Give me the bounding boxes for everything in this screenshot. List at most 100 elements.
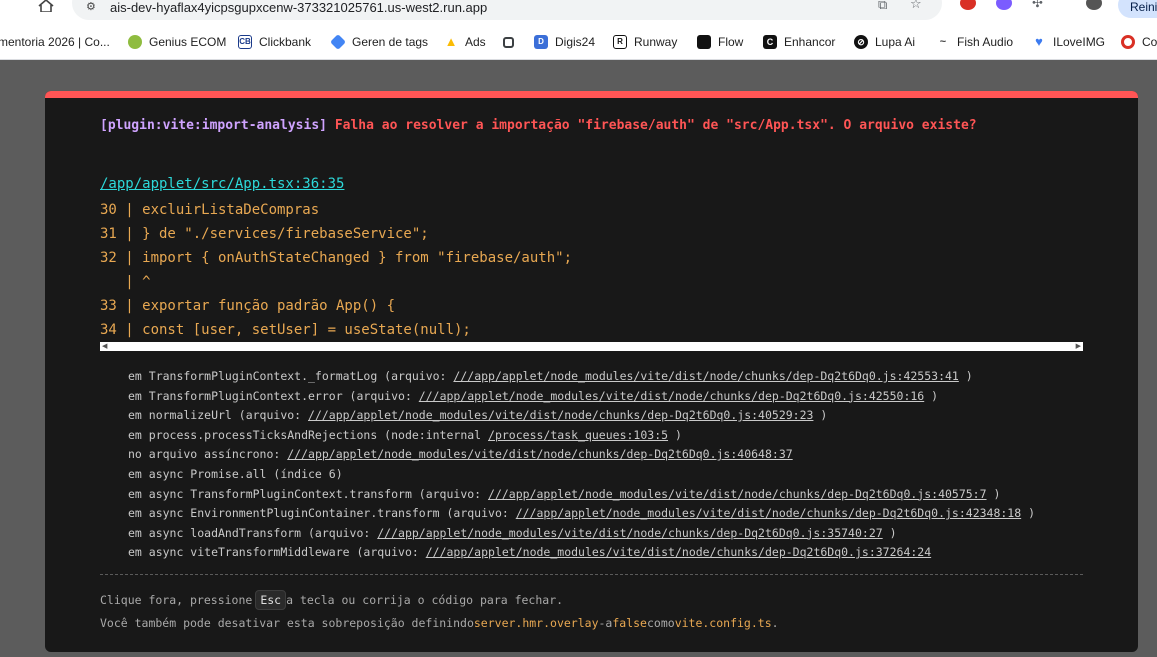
stack-link[interactable]: ///app/applet/node_modules/vite/dist/nod…	[308, 408, 813, 422]
disable-overlay-tip: Você também pode desativar esta sobrepos…	[100, 616, 779, 630]
extension-icon	[503, 36, 514, 48]
stack-text: em async EnvironmentPluginContainer.tran…	[128, 506, 516, 521]
stack-text: em async TransformPluginContext.transfor…	[128, 486, 489, 501]
digis-icon: D	[534, 35, 548, 49]
stack-link[interactable]: ///app/applet/node_modules/vite/dist/nod…	[287, 447, 792, 461]
code-line: 30 | excluirListaDeCompras	[100, 202, 320, 218]
stack-link[interactable]: ///app/applet/node_modules/vite/dist/nod…	[426, 545, 931, 559]
tip-text: Clique fora, pressione	[100, 593, 253, 607]
bookmark-unnamed[interactable]	[503, 33, 521, 51]
bookmark-label: ILoveIMG	[1053, 35, 1106, 49]
stack-text: em TransformPluginContext.error (arquivo…	[128, 388, 419, 403]
code-line: 33 | exportar função padrão App() {	[100, 298, 396, 314]
bookmark-fish-audio[interactable]: ~ Fish Audio	[936, 33, 1013, 51]
config-value: false	[612, 616, 647, 630]
bookmarks-bar: mentoria 2026 | Co... Genius ECOM CB Clic…	[0, 24, 1157, 60]
bookmark-iloveimg[interactable]: ♥ ILoveIMG	[1032, 33, 1105, 51]
code-line: 34 | const [user, setUser] = useState(nu…	[100, 322, 471, 338]
enhancor-icon: C	[763, 35, 777, 49]
scroll-right-icon[interactable]: ▶	[1076, 342, 1081, 351]
browser-toolbar: ⚙ ais-dev-hyaflax4yicpsgupxcenw-37332102…	[0, 0, 1157, 24]
bookmark-tag-manager[interactable]: Geren de tags	[330, 33, 429, 51]
tip-text: como	[646, 616, 675, 630]
config-file: vite.config.ts	[674, 616, 772, 630]
config-key: server.hmr.overlay	[473, 616, 599, 630]
bookmark-ads[interactable]: ▲ Ads	[444, 33, 486, 51]
translate-icon[interactable]: ⧉	[878, 0, 887, 13]
home-icon[interactable]	[38, 0, 54, 12]
plugin-name: [plugin:vite:import-analysis]	[100, 118, 327, 133]
tag-manager-icon	[330, 34, 346, 50]
stack-trace: em TransformPluginContext._formatLog (ar…	[128, 367, 1035, 563]
stack-text: no arquivo assíncrono:	[128, 447, 288, 462]
stack-link[interactable]: /process/task_queues:103:5	[488, 428, 668, 442]
bookmark-flow[interactable]: Flow	[697, 33, 743, 51]
tip-text: a tecla ou corrija o código para fechar.	[286, 593, 564, 607]
stack-line: em process.processTicksAndRejections (no…	[128, 426, 1035, 446]
lupa-icon: ⊘	[854, 35, 868, 49]
site-settings-icon[interactable]: ⚙	[86, 0, 96, 13]
bookmark-star-icon[interactable]: ☆	[910, 0, 922, 12]
bookmark-label: mentoria 2026 | Co...	[0, 35, 110, 49]
tip-text: Você também pode desativar esta sobrepos…	[100, 616, 474, 630]
bookmark-genius-ecom[interactable]: Genius ECOM	[128, 33, 226, 51]
google-ads-icon: ▲	[444, 34, 458, 49]
bookmark-label: Co	[1142, 35, 1157, 49]
code-line: 31 | } de "./services/firebaseService";	[100, 226, 429, 242]
stack-text: em async loadAndTransform (arquivo:	[128, 525, 378, 540]
address-bar[interactable]: ⚙ ais-dev-hyaflax4yicpsgupxcenw-37332102…	[72, 0, 942, 20]
error-text: Falha ao resolver a importação "firebase…	[334, 118, 977, 133]
stack-line: em async EnvironmentPluginContainer.tran…	[128, 504, 1035, 524]
bookmark-label: Fish Audio	[957, 35, 1014, 49]
stack-text: )	[668, 427, 682, 442]
bookmark-co[interactable]: Co	[1121, 33, 1157, 51]
close-tip: Clique fora, pressione Esc a tecla ou cor…	[100, 590, 563, 610]
stack-link[interactable]: ///app/applet/node_modules/vite/dist/nod…	[516, 506, 1021, 520]
bookmark-lupa-ai[interactable]: ⊘ Lupa Ai	[854, 33, 915, 51]
stack-link[interactable]: ///app/applet/node_modules/vite/dist/nod…	[377, 526, 882, 540]
stack-text: )	[1021, 506, 1036, 521]
bookmark-digis24[interactable]: D Digis24	[534, 33, 595, 51]
bookmark-mentoria[interactable]: mentoria 2026 | Co...	[0, 33, 110, 51]
error-overlay: [plugin:vite:import-analysis] Falha ao r…	[45, 91, 1138, 652]
stack-link[interactable]: ///app/applet/node_modules/vite/dist/nod…	[419, 389, 924, 403]
stack-text: em TransformPluginContext._formatLog (ar…	[128, 369, 454, 383]
divider	[100, 574, 1083, 575]
bookmark-label: Digis24	[555, 35, 596, 49]
stack-text: em async viteTransformMiddleware (arquiv…	[128, 545, 426, 560]
bookmark-enhancor[interactable]: C Enhancor	[763, 33, 835, 51]
puzzle-icon[interactable]: ✣	[1032, 0, 1043, 11]
stack-text: )	[924, 388, 939, 403]
scroll-left-icon[interactable]: ◀	[102, 342, 107, 351]
fish-icon: ~	[939, 36, 947, 48]
stack-text: )	[958, 369, 973, 383]
bookmark-label: Lupa Ai	[875, 35, 916, 49]
tip-text: -a	[598, 616, 613, 630]
bookmark-label: Ads	[465, 35, 486, 49]
flow-icon	[697, 35, 711, 49]
relaunch-button[interactable]: Reinic	[1118, 0, 1157, 18]
stack-text: em normalizeUrl (arquivo:	[128, 408, 309, 423]
stack-link[interactable]: ///app/applet/node_modules/vite/dist/nod…	[453, 369, 958, 383]
stack-line: em async viteTransformMiddleware (arquiv…	[128, 543, 1035, 563]
extension-icon[interactable]	[960, 0, 976, 10]
stack-link[interactable]: ///app/applet/node_modules/vite/dist/nod…	[488, 487, 987, 501]
stack-text: )	[813, 408, 828, 423]
overlay-accent-bar	[45, 91, 1138, 98]
horizontal-scrollbar[interactable]: ◀ ▶	[100, 342, 1083, 351]
clickbank-icon: CB	[238, 35, 252, 49]
error-message: [plugin:vite:import-analysis] Falha ao r…	[100, 115, 1060, 136]
stack-line: em async loadAndTransform (arquivo: ///a…	[128, 524, 1035, 544]
bookmark-clickbank[interactable]: CB Clickbank	[238, 33, 311, 51]
extension-audio-icon[interactable]	[996, 0, 1012, 10]
code-line: 32 | import { onAuthStateChanged } from …	[100, 250, 573, 266]
url-text[interactable]: ais-dev-hyaflax4yicpsgupxcenw-3733210257…	[110, 0, 487, 15]
error-file-link[interactable]: /app/applet/src/App.tsx:36:35	[100, 176, 344, 192]
stack-text: )	[882, 525, 897, 540]
bookmark-label: Geren de tags	[352, 35, 429, 49]
bookmark-label: Clickbank	[259, 35, 312, 49]
bookmark-runway[interactable]: R Runway	[613, 33, 677, 51]
code-frame: 30 | excluirListaDeCompras 31 | } de "./…	[100, 198, 572, 342]
stack-text: em async Promise.all (índice 6)	[128, 466, 343, 481]
avatar[interactable]	[1086, 0, 1102, 10]
